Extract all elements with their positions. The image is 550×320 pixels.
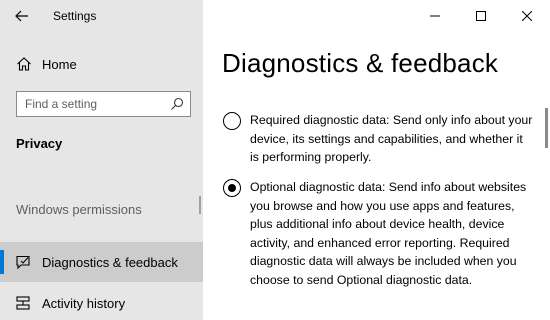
search-icon[interactable] [170, 97, 184, 111]
page-title: Diagnostics & feedback [222, 48, 499, 78]
home-label: Home [42, 57, 77, 72]
activity-history-icon [16, 296, 30, 310]
radio-button-required[interactable] [223, 112, 241, 130]
back-arrow-icon [15, 10, 28, 22]
minimize-button[interactable] [412, 0, 458, 32]
sidebar-item-activity-history[interactable]: Activity history [0, 283, 203, 320]
home-nav-item[interactable]: Home [0, 50, 203, 78]
radio-label-optional: Optional diagnostic data: Send info abou… [250, 180, 527, 287]
sidebar-scrollbar[interactable] [199, 196, 201, 214]
app-title: Settings [53, 9, 97, 23]
title-bar-left: Settings [0, 0, 203, 32]
sidebar-item-label: Activity history [42, 296, 126, 311]
close-button[interactable] [504, 0, 550, 32]
back-button[interactable] [12, 6, 32, 26]
radio-button-optional[interactable] [223, 179, 241, 197]
maximize-icon [476, 11, 486, 21]
section-heading-privacy: Privacy [16, 136, 63, 151]
main-scrollbar[interactable] [545, 108, 548, 148]
group-heading-windows-permissions: Windows permissions [16, 202, 142, 217]
window-controls [412, 0, 550, 32]
search-input[interactable] [25, 96, 165, 112]
selection-indicator [0, 250, 4, 274]
main-content: Diagnostics & feedback Required diagnost… [203, 0, 550, 320]
search-box[interactable] [16, 91, 191, 117]
radio-label-required: Required diagnostic data: Send only info… [250, 113, 533, 164]
radio-selected-dot [227, 183, 236, 192]
maximize-button[interactable] [458, 0, 504, 32]
sidebar: Settings Home Privacy Windows permission… [0, 0, 203, 320]
sidebar-item-diagnostics-feedback[interactable]: Diagnostics & feedback [0, 242, 203, 282]
home-icon [17, 57, 31, 71]
close-icon [522, 11, 532, 21]
chat-feedback-icon [16, 255, 30, 270]
sidebar-item-label: Diagnostics & feedback [42, 255, 178, 270]
minimize-icon [430, 15, 440, 17]
